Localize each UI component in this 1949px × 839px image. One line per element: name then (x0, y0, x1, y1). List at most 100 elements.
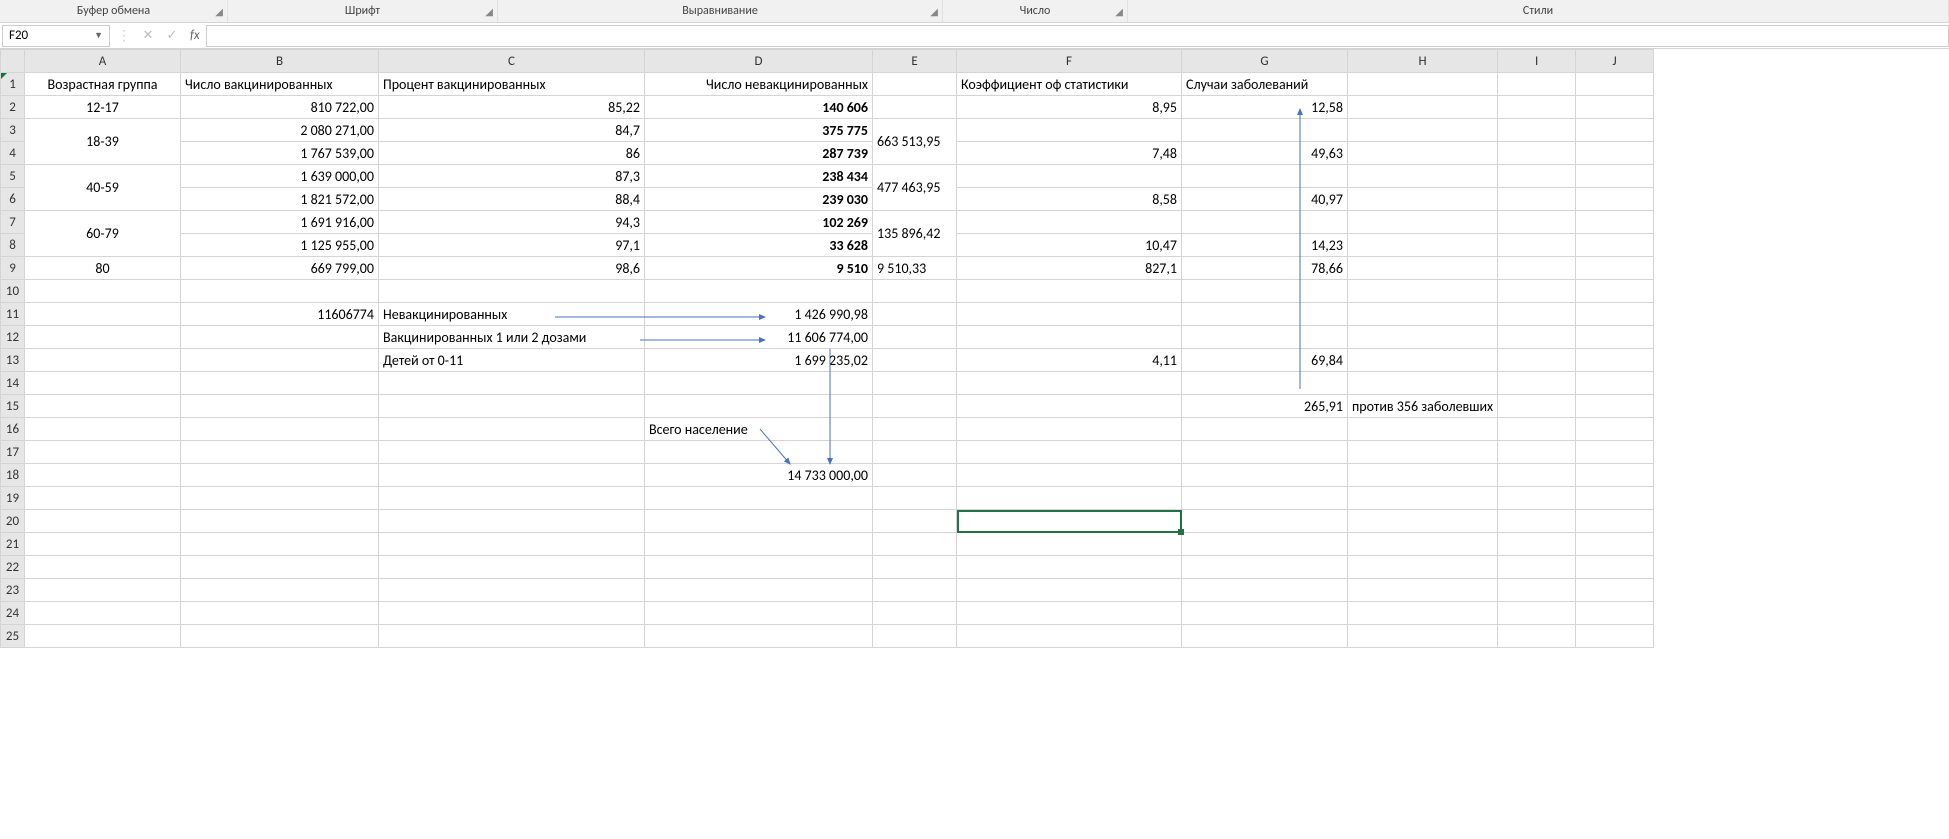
cell[interactable] (1576, 142, 1654, 165)
cell[interactable] (1348, 234, 1498, 257)
cell[interactable] (25, 418, 181, 441)
cell[interactable] (1498, 142, 1576, 165)
cell[interactable] (1348, 142, 1498, 165)
cell[interactable] (181, 349, 379, 372)
cell[interactable] (1576, 533, 1654, 556)
cell[interactable] (25, 395, 181, 418)
cell[interactable]: 810 722,00 (181, 96, 379, 119)
row-header[interactable]: 8 (1, 234, 25, 257)
cell[interactable] (1576, 418, 1654, 441)
cell[interactable] (379, 372, 645, 395)
cell[interactable] (1348, 533, 1498, 556)
col-header[interactable]: F (957, 50, 1182, 73)
cell[interactable] (1498, 464, 1576, 487)
cell[interactable] (25, 303, 181, 326)
cell[interactable] (1348, 257, 1498, 280)
cell[interactable] (181, 602, 379, 625)
cell[interactable] (181, 510, 379, 533)
cell[interactable] (1182, 441, 1348, 464)
cell[interactable] (1498, 395, 1576, 418)
row-header[interactable]: 19 (1, 487, 25, 510)
cell[interactable] (1498, 372, 1576, 395)
enter-icon[interactable]: ✓ (160, 28, 184, 43)
cell[interactable] (181, 326, 379, 349)
cell[interactable] (181, 464, 379, 487)
cell[interactable]: 11 606 774,00 (645, 326, 873, 349)
row-header[interactable]: 15 (1, 395, 25, 418)
cell[interactable] (1182, 510, 1348, 533)
cell[interactable] (181, 280, 379, 303)
cell[interactable] (1348, 303, 1498, 326)
cell[interactable] (379, 533, 645, 556)
cell[interactable]: Возрастная группа (25, 73, 181, 96)
cell[interactable]: Число невакцинированных (645, 73, 873, 96)
row-header[interactable]: 13 (1, 349, 25, 372)
cell[interactable]: 8,95 (957, 96, 1182, 119)
row-header[interactable]: 6 (1, 188, 25, 211)
cell[interactable]: 49,63 (1182, 142, 1348, 165)
cell[interactable] (1498, 556, 1576, 579)
cell[interactable]: 4,11 (957, 349, 1182, 372)
col-header[interactable]: D (645, 50, 873, 73)
cell[interactable] (1498, 119, 1576, 142)
row-header[interactable]: 5 (1, 165, 25, 188)
cell[interactable] (1498, 487, 1576, 510)
cell[interactable] (379, 510, 645, 533)
cell[interactable]: Вакцинированных 1 или 2 дозами (379, 326, 645, 349)
cell[interactable] (1348, 96, 1498, 119)
cell[interactable]: Коэффициент оф статистики (957, 73, 1182, 96)
cell[interactable]: 78,66 (1182, 257, 1348, 280)
cell[interactable] (957, 579, 1182, 602)
cell[interactable] (25, 441, 181, 464)
cell[interactable]: 8,58 (957, 188, 1182, 211)
fx-label[interactable]: fx (184, 28, 206, 43)
cell[interactable] (957, 625, 1182, 648)
cell[interactable]: Всего население (645, 418, 873, 441)
row-header[interactable]: 11 (1, 303, 25, 326)
cell[interactable]: 1 125 955,00 (181, 234, 379, 257)
cell[interactable] (1348, 510, 1498, 533)
cell[interactable]: 12-17 (25, 96, 181, 119)
cell[interactable] (1576, 211, 1654, 234)
cell[interactable] (1576, 556, 1654, 579)
cell[interactable] (1348, 211, 1498, 234)
cell[interactable] (181, 395, 379, 418)
cell[interactable] (1498, 579, 1576, 602)
cell[interactable] (1498, 188, 1576, 211)
cell[interactable] (873, 556, 957, 579)
cell[interactable]: 7,48 (957, 142, 1182, 165)
cell[interactable] (1576, 510, 1654, 533)
cell[interactable]: 14 733 000,00 (645, 464, 873, 487)
cell[interactable] (1576, 119, 1654, 142)
cell[interactable] (25, 326, 181, 349)
cell[interactable] (1348, 602, 1498, 625)
cell[interactable] (1576, 303, 1654, 326)
row-header[interactable]: 3 (1, 119, 25, 142)
cancel-icon[interactable]: ✕ (136, 28, 160, 43)
cell[interactable] (1576, 579, 1654, 602)
cell[interactable]: 86 (379, 142, 645, 165)
row-header[interactable]: 4 (1, 142, 25, 165)
cell[interactable] (25, 280, 181, 303)
cell[interactable] (873, 441, 957, 464)
cell[interactable] (25, 510, 181, 533)
cell[interactable] (1576, 487, 1654, 510)
cell[interactable] (1576, 625, 1654, 648)
cell[interactable] (645, 602, 873, 625)
cell[interactable] (1348, 441, 1498, 464)
cell[interactable] (379, 556, 645, 579)
cell[interactable] (1182, 211, 1348, 234)
cell[interactable]: 33 628 (645, 234, 873, 257)
cell[interactable] (181, 441, 379, 464)
cell[interactable] (645, 372, 873, 395)
cell[interactable] (1348, 188, 1498, 211)
cell[interactable] (645, 395, 873, 418)
cell[interactable] (1182, 602, 1348, 625)
cell[interactable]: 238 434 (645, 165, 873, 188)
cell[interactable] (1182, 303, 1348, 326)
dialog-launcher-icon[interactable]: ◢ (485, 5, 493, 18)
cell[interactable] (645, 441, 873, 464)
cell[interactable] (873, 349, 957, 372)
cell[interactable] (645, 556, 873, 579)
cell[interactable]: 102 269 (645, 211, 873, 234)
